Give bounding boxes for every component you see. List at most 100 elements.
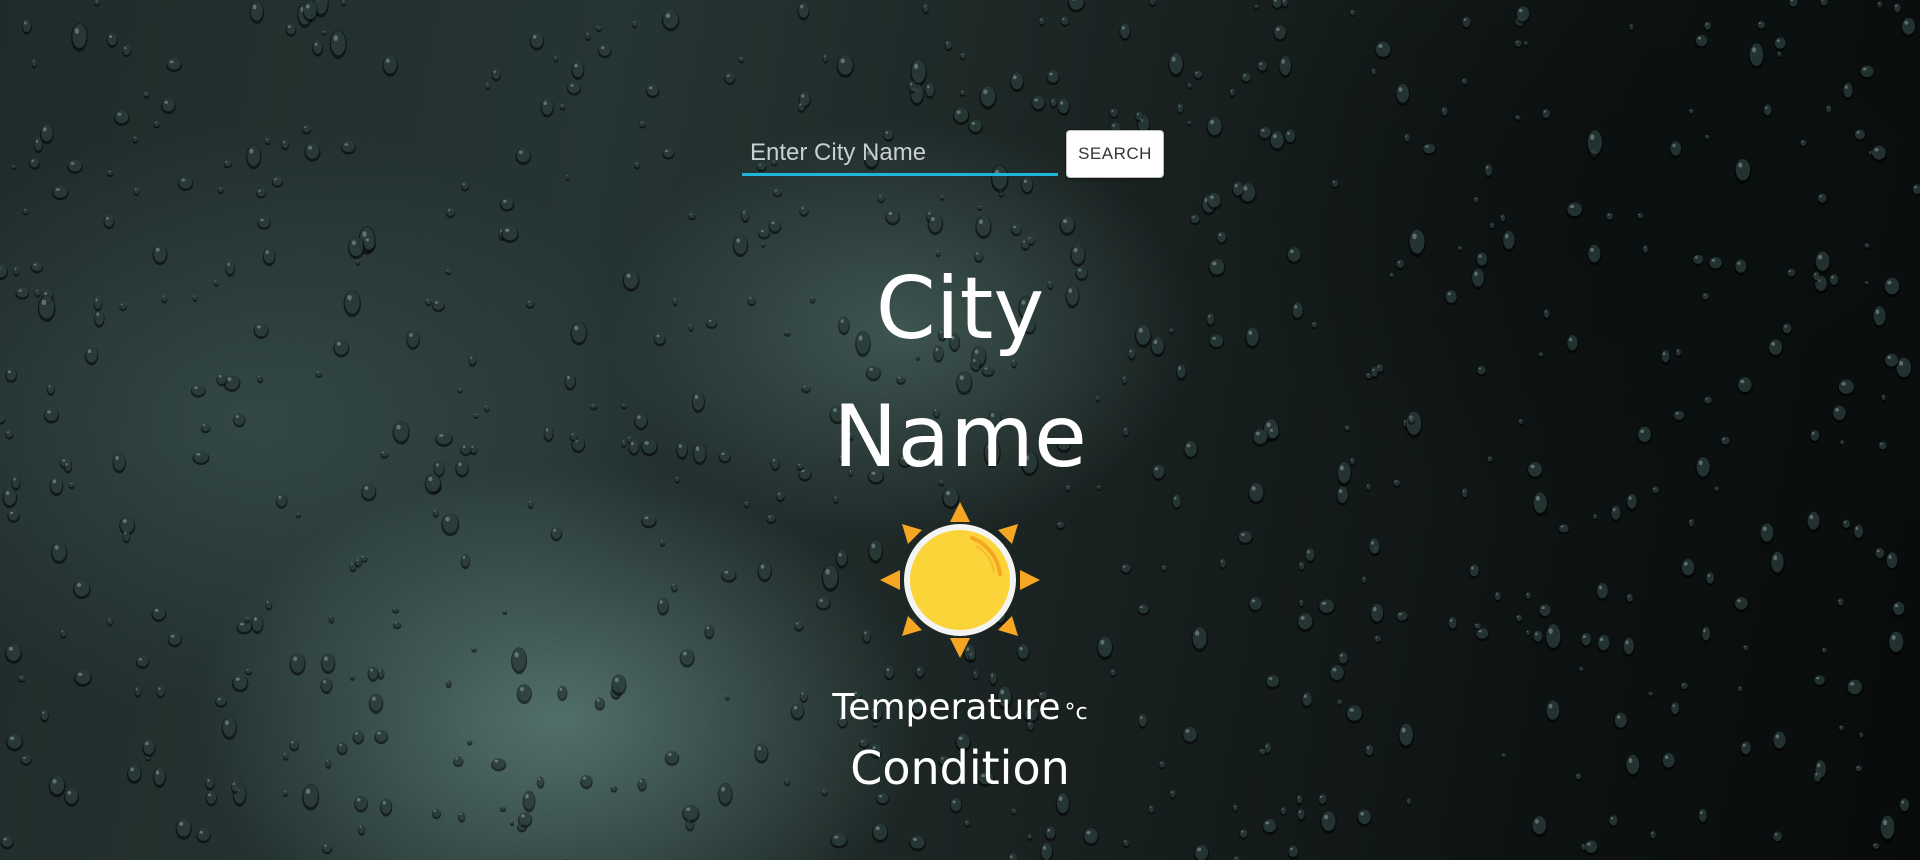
rain-drop <box>1531 816 1548 838</box>
rain-drop <box>200 422 211 434</box>
rain-drop <box>406 329 420 350</box>
rain-drop <box>1859 732 1864 740</box>
rain-drop <box>1468 564 1480 579</box>
rain-drop <box>1059 216 1076 236</box>
rain-drop <box>1304 548 1316 564</box>
rain-drop <box>1777 51 1782 59</box>
rain-drop <box>1408 228 1426 258</box>
rain-drop <box>1447 617 1458 631</box>
rain-drop <box>1695 456 1711 480</box>
rain-drop <box>367 666 379 682</box>
rain-drop <box>1846 679 1864 697</box>
rain-drop <box>1311 321 1318 330</box>
rain-drop <box>671 582 678 593</box>
city-search-input[interactable] <box>742 132 1058 176</box>
rain-drop <box>223 160 232 169</box>
rain-drop <box>511 647 528 675</box>
rain-drop <box>559 104 566 111</box>
rain-drop <box>1187 120 1192 127</box>
rain-drop <box>232 413 246 428</box>
rain-drop <box>621 403 628 410</box>
search-button[interactable]: SEARCH <box>1066 130 1164 178</box>
rain-drop <box>1579 666 1584 673</box>
rain-drop <box>1514 40 1523 49</box>
rain-drop <box>103 214 115 230</box>
rain-drop <box>1680 559 1696 579</box>
rain-drop <box>1748 42 1765 70</box>
rain-drop <box>64 788 80 807</box>
rain-drop <box>1494 591 1502 603</box>
rain-drop <box>336 741 348 756</box>
rain-drop <box>1291 302 1304 321</box>
rain-drop <box>822 54 829 64</box>
rain-drop <box>510 820 515 827</box>
rain-drop <box>1473 196 1480 205</box>
rain-drop <box>1284 129 1297 145</box>
rain-drop <box>637 777 647 792</box>
rain-drop <box>915 666 925 680</box>
rain-drop <box>1365 483 1372 493</box>
rain-drop <box>196 828 211 844</box>
rain-drop <box>1786 269 1796 279</box>
rain-drop <box>59 629 67 639</box>
rain-drop <box>944 40 953 52</box>
rain-drop <box>1870 145 1887 163</box>
rain-drop <box>175 818 192 840</box>
rain-drop <box>380 798 393 817</box>
rain-drop <box>640 438 658 457</box>
rain-drop <box>960 90 966 98</box>
rain-drop <box>1734 158 1752 184</box>
rain-drop <box>1566 335 1579 354</box>
rain-drop <box>885 209 901 226</box>
rain-drop <box>1814 251 1831 275</box>
rain-drop <box>1021 176 1034 195</box>
rain-drop <box>1298 561 1305 572</box>
rain-drop <box>718 782 733 807</box>
rain-drop <box>720 568 737 583</box>
rain-drop <box>213 279 220 287</box>
rain-drop <box>1650 830 1657 841</box>
rain-drop <box>594 696 606 711</box>
rain-drop <box>688 212 696 221</box>
temperature-label: Temperature <box>832 687 1061 728</box>
rain-drop <box>516 684 532 705</box>
rain-drop <box>205 777 215 791</box>
rain-drop <box>1261 819 1278 835</box>
rain-drop <box>1622 637 1635 658</box>
rain-drop <box>1825 105 1832 115</box>
rain-drop <box>1168 328 1175 335</box>
rain-drop <box>706 318 718 330</box>
rain-drop <box>333 339 350 358</box>
rain-drop <box>1240 72 1252 84</box>
rain-drop <box>13 266 20 277</box>
rain-drop <box>1893 3 1902 15</box>
rain-drop <box>94 309 105 328</box>
rain-drop <box>1558 524 1570 535</box>
rain-drop <box>21 19 32 35</box>
rain-drop <box>135 656 150 669</box>
rain-drop <box>445 269 452 276</box>
rain-drop <box>192 294 198 303</box>
rain-drop <box>610 784 618 793</box>
rain-drop <box>153 120 160 129</box>
rain-drop <box>455 460 469 478</box>
rain-drop <box>1720 436 1731 447</box>
rain-drop <box>143 91 150 99</box>
rain-drop <box>821 564 840 593</box>
rain-drop <box>1177 103 1184 115</box>
rain-drop <box>119 302 127 312</box>
rain-drop <box>1176 364 1187 381</box>
rain-drop <box>1193 70 1203 81</box>
rain-drop <box>106 32 118 48</box>
rain-drop <box>361 483 377 502</box>
rain-drop <box>1877 1 1883 10</box>
rain-drop <box>569 432 578 442</box>
rain-drop <box>93 296 103 312</box>
rain-drop <box>1172 494 1182 510</box>
rain-drop <box>634 412 648 431</box>
rain-drop <box>1296 808 1306 822</box>
rain-drop <box>1349 457 1356 467</box>
rain-drop <box>112 452 126 474</box>
rain-drop <box>0 835 14 850</box>
rain-drop <box>1331 179 1339 190</box>
